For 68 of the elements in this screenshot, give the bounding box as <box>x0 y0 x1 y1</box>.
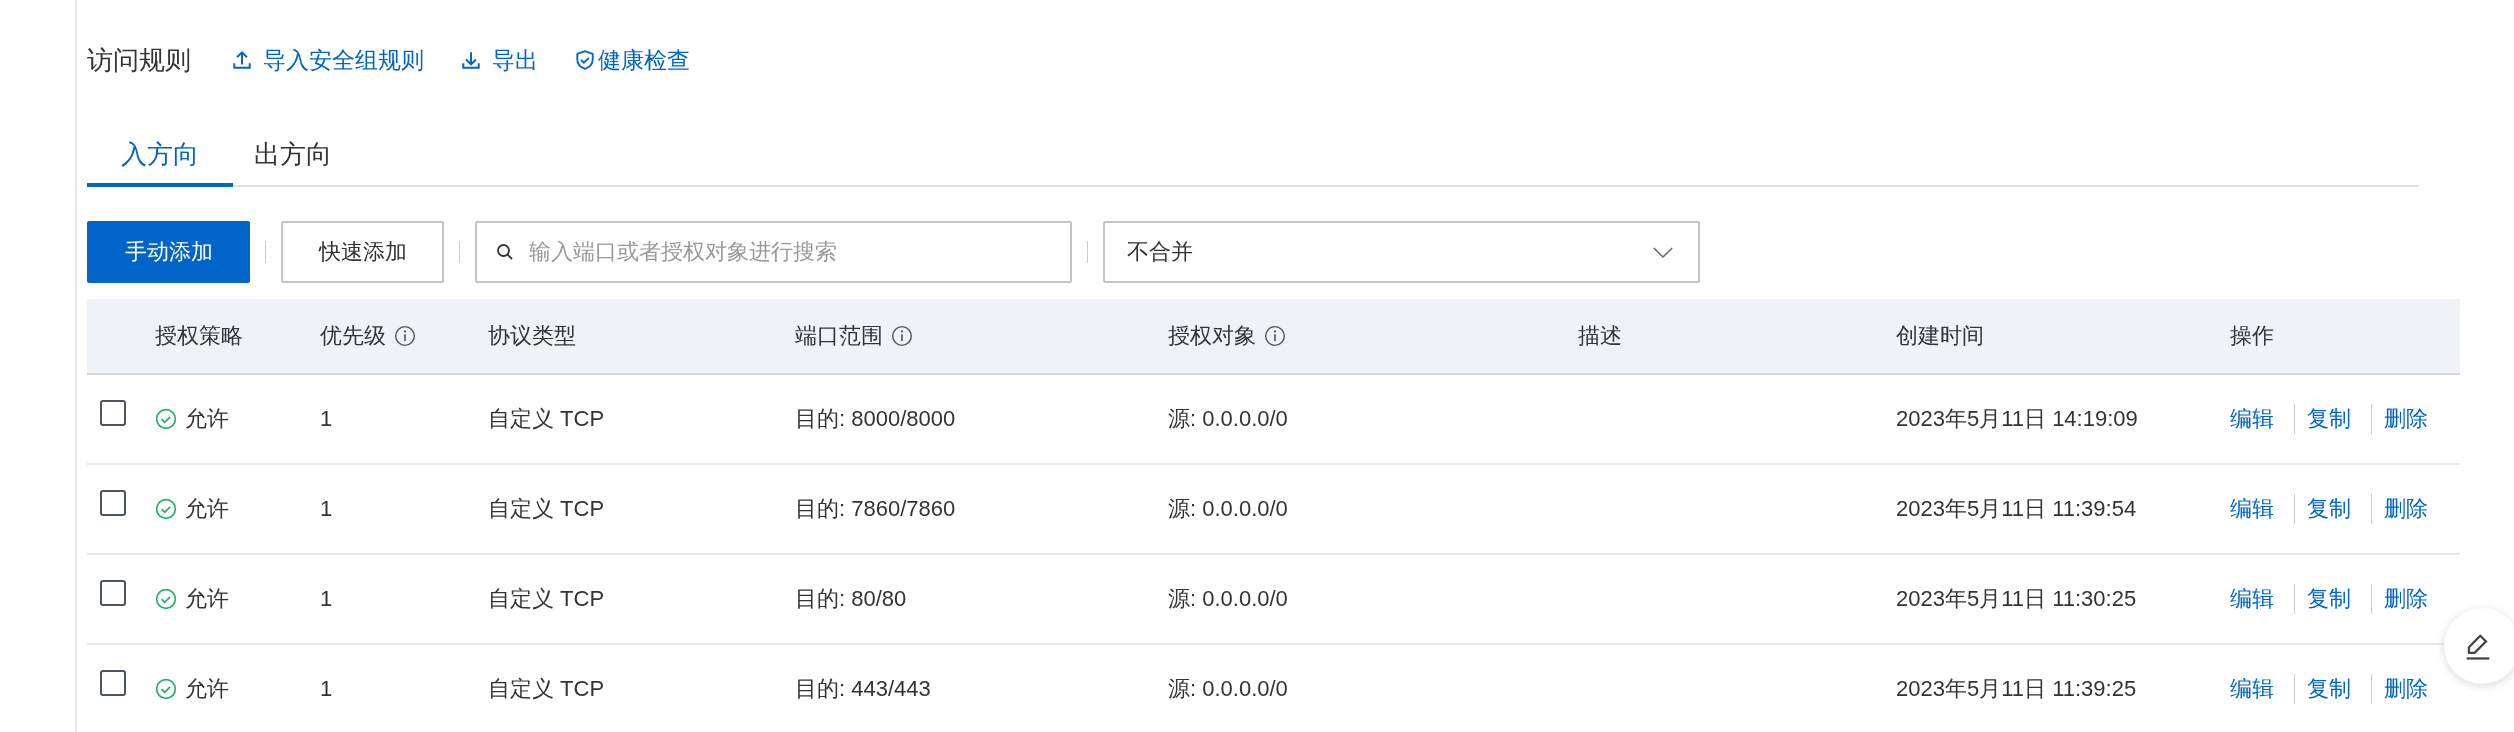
table-cell-text: 自定义 TCP <box>488 675 605 703</box>
table-cell-text: 源: 0.0.0.0/0 <box>1168 675 1288 703</box>
row-checkbox[interactable] <box>100 400 126 426</box>
row-action-link[interactable]: 删除 <box>2371 404 2428 434</box>
table-cell-text: 源: 0.0.0.0/0 <box>1168 495 1288 523</box>
link-label[interactable]: 导出 <box>492 44 538 76</box>
table-cell-text: 自定义 TCP <box>488 495 605 523</box>
download-icon <box>460 49 482 71</box>
column-header: 创建时间 <box>1896 322 1984 350</box>
column-header: 描述 <box>1578 322 1622 350</box>
check-circle-icon <box>155 588 177 610</box>
row-action-link[interactable]: 复制 <box>2294 674 2363 704</box>
column-header: 授权对象 <box>1168 322 1256 350</box>
table-cell-text: 2023年5月11日 11:30:25 <box>1896 585 2137 613</box>
chevron-down-icon <box>1652 245 1674 259</box>
row-action-link[interactable]: 删除 <box>2371 584 2428 614</box>
row-checkbox[interactable] <box>100 580 126 606</box>
table-cell-text: 目的: 443/443 <box>795 675 931 703</box>
table-cell-text: 自定义 TCP <box>488 585 605 613</box>
column-header: 操作 <box>2230 322 2274 350</box>
column-header: 授权策略 <box>155 322 243 350</box>
search-icon <box>495 242 515 262</box>
row-action-link[interactable]: 编辑 <box>2230 404 2286 434</box>
row-action-link[interactable]: 复制 <box>2294 494 2363 524</box>
merge-dropdown[interactable]: 不合并 <box>1103 221 1700 283</box>
column-header: 协议类型 <box>488 322 576 350</box>
link-label[interactable]: 导入安全组规则 <box>263 44 424 76</box>
table-cell: 1 <box>320 496 333 522</box>
edit-floating-button[interactable] <box>2444 608 2514 684</box>
row-action-link[interactable]: 编辑 <box>2230 584 2286 614</box>
table-cell: 1 <box>320 676 333 702</box>
table-cell-text: 源: 0.0.0.0/0 <box>1168 585 1288 613</box>
table-cell-text: 2023年5月11日 11:39:54 <box>1896 495 2137 523</box>
section-title: 访问规则 <box>87 43 191 77</box>
quick-add-button[interactable]: 快速添加 <box>281 221 444 283</box>
table-cell-text: 允许 <box>185 405 229 433</box>
column-header: 端口范围 <box>795 322 883 350</box>
row-action-link[interactable]: 编辑 <box>2230 674 2286 704</box>
shield-check-icon <box>574 49 596 71</box>
table-cell-text: 目的: 8000/8000 <box>795 405 956 433</box>
search-field[interactable]: 输入端口或者授权对象进行搜索 <box>475 221 1072 283</box>
table-cell-text: 源: 0.0.0.0/0 <box>1168 405 1288 433</box>
link-label[interactable]: 健康检查 <box>598 44 690 76</box>
table-cell-text: 2023年5月11日 11:39:25 <box>1896 675 2137 703</box>
check-circle-icon <box>155 498 177 520</box>
column-header: 优先级 <box>320 322 386 350</box>
table-cell-text: 目的: 80/80 <box>795 585 907 613</box>
table-cell-text: 目的: 7860/7860 <box>795 495 956 523</box>
row-checkbox[interactable] <box>100 490 126 516</box>
row-action-link[interactable]: 复制 <box>2294 584 2363 614</box>
table-cell-text: 2023年5月11日 14:19:09 <box>1896 405 2138 433</box>
table-cell: 1 <box>320 586 333 612</box>
check-circle-icon <box>155 678 177 700</box>
table-cell-text: 允许 <box>185 495 229 523</box>
table-cell: 1 <box>320 406 333 432</box>
check-circle-icon <box>155 408 177 430</box>
row-action-link[interactable]: 删除 <box>2371 674 2428 704</box>
row-action-link[interactable]: 复制 <box>2294 404 2363 434</box>
tab[interactable]: 出方向 <box>233 123 353 185</box>
upload-icon <box>231 49 253 71</box>
table-cell-text: 允许 <box>185 675 229 703</box>
row-checkbox[interactable] <box>100 670 126 696</box>
add-button[interactable]: 手动添加 <box>87 221 250 283</box>
row-action-link[interactable]: 编辑 <box>2230 494 2286 524</box>
row-action-link[interactable]: 删除 <box>2371 494 2428 524</box>
tab[interactable]: 入方向 <box>87 123 233 187</box>
table-cell-text: 允许 <box>185 585 229 613</box>
table-cell-text: 自定义 TCP <box>488 405 605 433</box>
